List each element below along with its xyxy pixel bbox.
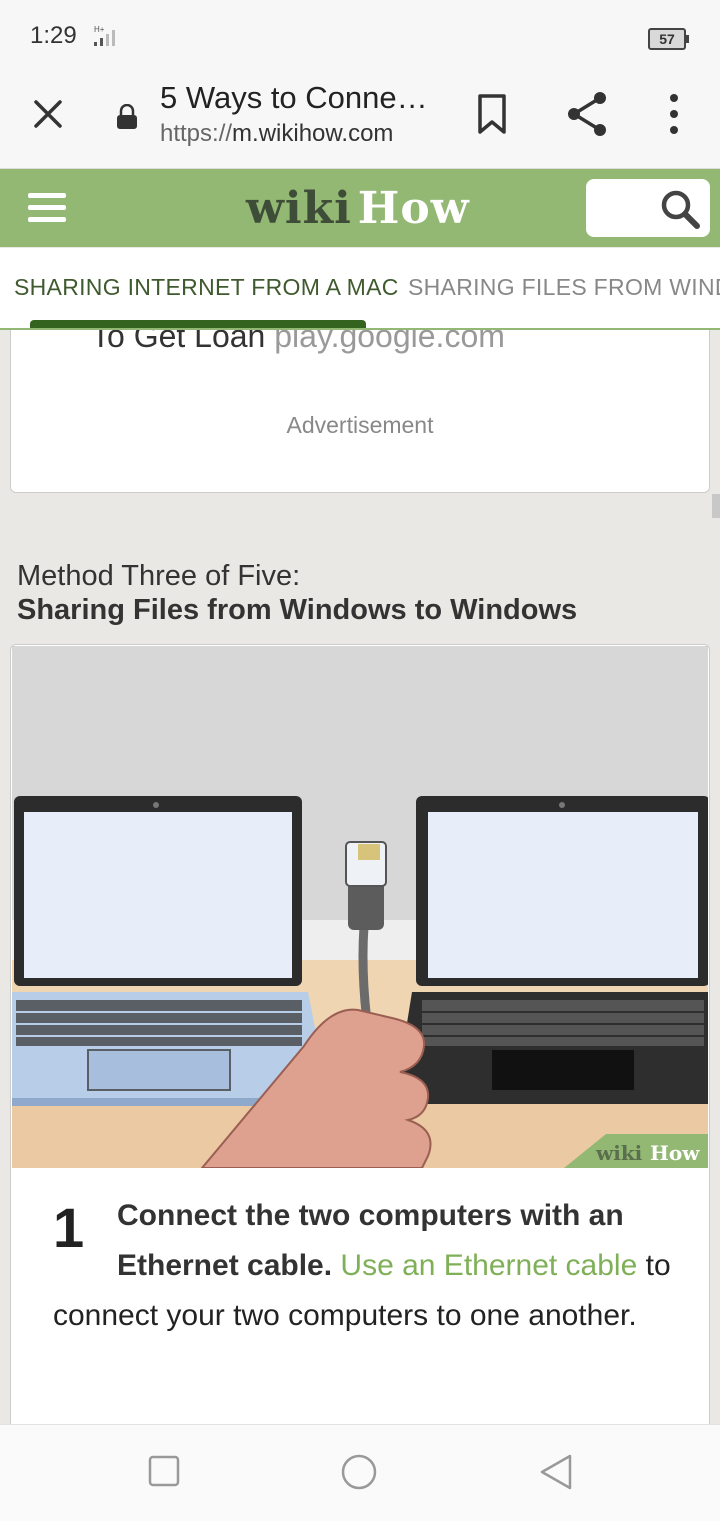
step-heading-line2: Ethernet cable.	[117, 1249, 333, 1282]
network-type: H+	[94, 25, 105, 34]
ad-headline: To Get Loan	[91, 330, 266, 354]
bookmark-icon	[478, 94, 506, 134]
overflow-menu-button[interactable]	[660, 92, 688, 136]
ethernet-cable-link[interactable]: Use an Ethernet cable	[340, 1249, 637, 1282]
search-icon	[661, 190, 700, 229]
step-heading-line1: Connect the two computers with an	[117, 1199, 624, 1232]
ad-domain: play.google.com	[274, 330, 505, 354]
url-host: m.wikihow.com	[232, 120, 394, 147]
ad-text[interactable]: To Get Loan play.google.com	[91, 330, 505, 355]
logo-how: How	[357, 183, 470, 234]
lock-icon	[116, 103, 138, 135]
recent-apps-button[interactable]	[148, 1455, 180, 1492]
watermark-how: How	[650, 1141, 700, 1165]
signal-icon: H+	[92, 24, 122, 53]
status-bar: 1:29 H+ 57	[0, 0, 720, 72]
scrollbar-thumb[interactable]	[712, 494, 720, 518]
share-icon	[568, 92, 606, 136]
wikihow-logo[interactable]: wiki How	[246, 183, 470, 234]
step-illustration[interactable]: wiki How	[12, 646, 708, 1168]
method-tabs: SHARING INTERNET FROM A MAC SHARING FILE…	[0, 248, 720, 330]
share-button[interactable]	[566, 90, 610, 138]
more-vert-icon	[670, 94, 678, 134]
url-scheme: https://	[160, 120, 233, 147]
page-title[interactable]: 5 Ways to Conne…	[160, 80, 428, 116]
active-tab-indicator	[30, 320, 366, 328]
step-text: Connect the two computers with an Ethern…	[53, 1191, 683, 1341]
method-title: Sharing Files from Windows to Windows	[17, 594, 578, 626]
browser-toolbar: 5 Ways to Conne… https://m.wikihow.com	[0, 72, 720, 169]
hamburger-menu-icon[interactable]	[28, 193, 66, 223]
back-button[interactable]	[538, 1453, 574, 1496]
watermark-wiki: wiki	[595, 1141, 643, 1165]
bookmark-button[interactable]	[474, 92, 510, 136]
status-time: 1:29	[30, 22, 77, 49]
tab-sharing-internet-mac[interactable]: SHARING INTERNET FROM A MAC	[14, 274, 399, 301]
step-card: wiki How 1 Connect the two computers wit…	[10, 644, 710, 1446]
ad-card[interactable]: To Get Loan play.google.com Advertisemen…	[10, 330, 710, 493]
battery-level: 57	[659, 31, 675, 47]
site-header: wiki How	[0, 169, 720, 247]
back-icon	[540, 1454, 572, 1490]
logo-wiki: wiki	[246, 183, 352, 234]
system-nav-bar	[0, 1424, 720, 1521]
home-icon	[341, 1454, 377, 1490]
recent-apps-icon	[148, 1455, 180, 1487]
home-button[interactable]	[340, 1453, 378, 1496]
close-icon	[34, 100, 62, 128]
battery-icon: 57	[648, 28, 689, 50]
search-button[interactable]	[586, 179, 710, 237]
close-button[interactable]	[28, 94, 68, 134]
tab-sharing-files-windows[interactable]: SHARING FILES FROM WINDO	[408, 274, 720, 301]
page-url[interactable]: https://m.wikihow.com	[160, 120, 393, 148]
advertisement-label: Advertisement	[286, 412, 434, 438]
method-prefix: Method Three of Five:	[17, 560, 301, 592]
